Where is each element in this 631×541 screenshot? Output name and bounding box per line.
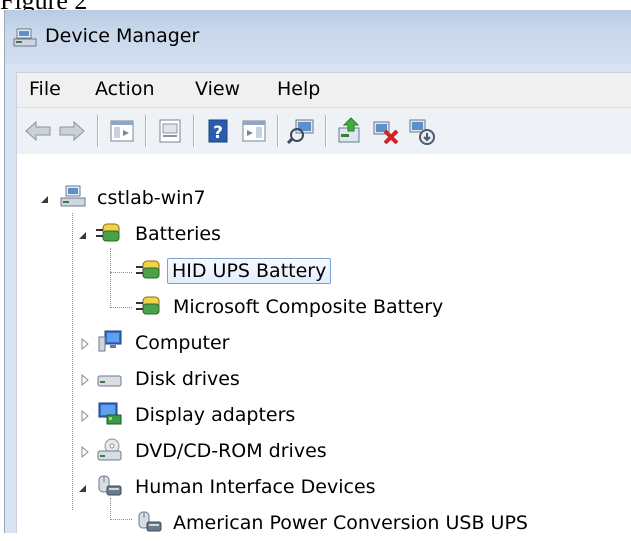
- svg-text:?: ?: [213, 123, 223, 143]
- show-hide-action-pane-button[interactable]: [239, 116, 269, 146]
- collapse-arrow-icon[interactable]: [77, 229, 89, 241]
- action-pane-icon: [242, 120, 266, 142]
- collapse-arrow-icon[interactable]: [77, 482, 89, 494]
- collapse-arrow-icon[interactable]: [39, 193, 51, 205]
- tree-node-display-adapters[interactable]: Display adapters: [17, 399, 617, 433]
- disable-icon: [409, 119, 435, 145]
- forward-arrow-icon: [59, 120, 85, 142]
- help-icon: ?: [208, 119, 228, 143]
- toolbar-separator: [193, 115, 194, 147]
- disable-device-button[interactable]: [407, 116, 437, 146]
- hid-icon: [138, 511, 162, 532]
- expand-arrow-icon[interactable]: [79, 338, 91, 350]
- device-tree: cstlab-win7 Batteries HID UPS Battery Mi…: [16, 154, 631, 534]
- tree-label-apc-ups: American Power Conversion USB UPS: [173, 512, 528, 534]
- window-title: Device Manager: [45, 25, 200, 47]
- scan-hardware-button[interactable]: [287, 116, 317, 146]
- scan-hardware-icon: [287, 119, 314, 145]
- menu-help[interactable]: Help: [277, 78, 320, 100]
- tree-label-batteries: Batteries: [135, 223, 221, 245]
- toolbar-separator: [97, 115, 98, 147]
- tree-node-ms-composite-battery[interactable]: Microsoft Composite Battery: [17, 291, 617, 325]
- toolbar-separator: [145, 115, 146, 147]
- dvd-drive-icon: [97, 438, 122, 461]
- battery-icon: [136, 260, 160, 279]
- monitor-icon: [98, 330, 122, 352]
- menu-action[interactable]: Action: [95, 78, 155, 100]
- toolbar-separator: [277, 115, 278, 147]
- battery-icon: [96, 223, 120, 242]
- menu-view[interactable]: View: [195, 78, 240, 100]
- tree-node-hid-ups-battery[interactable]: HID UPS Battery: [17, 255, 617, 289]
- tree-node-batteries[interactable]: Batteries: [17, 218, 617, 252]
- menu-bar: File Action View Help: [16, 72, 631, 107]
- properties-icon: [159, 119, 181, 143]
- toolbar: ?: [16, 107, 631, 155]
- update-driver-icon: [338, 117, 360, 143]
- back-arrow-icon: [25, 120, 51, 142]
- forward-button[interactable]: [57, 116, 87, 146]
- tree-node-disk-drives[interactable]: Disk drives: [17, 363, 617, 397]
- battery-icon: [136, 296, 160, 315]
- console-tree-icon: [110, 120, 134, 142]
- computer-icon: [60, 185, 86, 207]
- tree-label-computer: Computer: [135, 332, 230, 354]
- expand-arrow-icon[interactable]: [79, 446, 91, 458]
- tree-node-computer[interactable]: Computer: [17, 327, 617, 361]
- properties-button[interactable]: [155, 116, 185, 146]
- title-bar[interactable]: Device Manager: [5, 10, 631, 64]
- tree-label-display-adapters: Display adapters: [135, 404, 296, 426]
- tree-label-disk-drives: Disk drives: [135, 368, 240, 390]
- menu-file[interactable]: File: [29, 78, 61, 100]
- device-manager-icon: [13, 28, 37, 47]
- uninstall-icon: [373, 121, 399, 145]
- tree-label-root: cstlab-win7: [97, 187, 206, 209]
- device-manager-window: Device Manager File Action View Help ? c…: [4, 10, 631, 534]
- toolbar-separator: [325, 115, 326, 147]
- tree-label-ms-composite-battery: Microsoft Composite Battery: [173, 296, 444, 318]
- tree-label-hid: Human Interface Devices: [135, 476, 376, 498]
- tree-node-apc-ups[interactable]: American Power Conversion USB UPS: [17, 507, 617, 541]
- show-hide-console-tree-button[interactable]: [107, 116, 137, 146]
- expand-arrow-icon[interactable]: [79, 410, 91, 422]
- back-button[interactable]: [23, 116, 53, 146]
- tree-node-root[interactable]: cstlab-win7: [17, 182, 617, 216]
- tree-label-dvd-drives: DVD/CD-ROM drives: [135, 440, 327, 462]
- help-button[interactable]: ?: [203, 116, 233, 146]
- tree-node-hid[interactable]: Human Interface Devices: [17, 471, 617, 505]
- tree-label-hid-ups-battery: HID UPS Battery: [167, 258, 332, 284]
- uninstall-device-button[interactable]: [371, 116, 401, 146]
- update-driver-button[interactable]: [335, 116, 365, 146]
- expand-arrow-icon[interactable]: [79, 374, 91, 386]
- display-adapter-icon: [98, 402, 122, 425]
- tree-node-dvd-drives[interactable]: DVD/CD-ROM drives: [17, 435, 617, 469]
- hid-icon: [98, 475, 122, 496]
- disk-drive-icon: [97, 375, 122, 387]
